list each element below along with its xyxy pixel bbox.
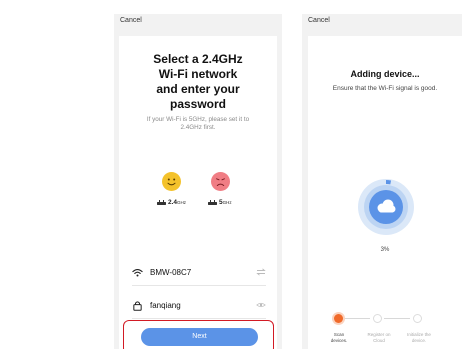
progress-percent: 3%	[380, 247, 390, 253]
step-connector	[344, 318, 370, 319]
ssid-field[interactable]: BMW-08C7	[132, 265, 266, 279]
page-title: Adding device...	[350, 69, 420, 79]
page-subtitle: Ensure that the Wi-Fi signal is good.	[332, 85, 438, 92]
page-title: Select a 2.4GHz Wi-Fi network and enter …	[119, 52, 277, 112]
divider	[132, 285, 266, 286]
wifi-form-card: Select a 2.4GHz Wi-Fi network and enter …	[119, 36, 277, 349]
divider	[132, 318, 266, 319]
band-unit: GHz	[177, 200, 187, 205]
step-label-line: devices.	[330, 338, 348, 343]
band-unit: GHz	[222, 200, 232, 205]
password-value: fanqiang	[150, 300, 181, 310]
band-24ghz-label: 2.4 GHz	[157, 199, 186, 206]
wifi-icon	[132, 268, 143, 277]
ssid-value: BMW-08C7	[150, 267, 192, 277]
step-scan-dot	[334, 314, 343, 323]
sad-icon	[211, 172, 230, 191]
step-indicator	[334, 314, 424, 324]
title-line: password	[169, 97, 226, 111]
switch-icon[interactable]	[256, 268, 266, 276]
title-line: Select a 2.4GHz	[153, 52, 243, 66]
progress-ring	[358, 179, 414, 235]
cancel-button[interactable]: Cancel	[308, 17, 330, 24]
progress-card: Adding device... Ensure that the Wi-Fi s…	[308, 36, 462, 349]
band-value: 2.4	[168, 199, 178, 206]
hint-line: If your Wi-Fi is 5GHz, please set it to	[146, 116, 250, 123]
password-field[interactable]: fanqiang	[132, 298, 266, 312]
adding-device-screen: Cancel Adding device... Ensure that the …	[302, 14, 462, 349]
next-button[interactable]: Next	[141, 328, 258, 346]
step-connector	[384, 318, 410, 319]
cancel-button[interactable]: Cancel	[120, 17, 142, 24]
step-label-line: Cloud	[373, 338, 385, 343]
step-register-label: Register on Cloud	[362, 332, 396, 344]
router-icon	[157, 200, 166, 205]
step-label-line: device.	[411, 338, 427, 343]
eye-icon[interactable]	[256, 301, 266, 309]
hint-line: 2.4GHz first.	[180, 124, 216, 131]
title-line: Wi-Fi network	[158, 67, 238, 81]
step-initialize-label: Initialize the device.	[402, 332, 436, 344]
step-scan-label: Scan devices.	[322, 332, 356, 344]
lock-icon	[133, 300, 142, 311]
title-line: and enter your	[156, 82, 240, 96]
smile-icon	[162, 172, 181, 191]
step-register-dot	[373, 314, 382, 323]
band-hint: If your Wi-Fi is 5GHz, please set it to …	[131, 116, 265, 132]
step-initialize-dot	[413, 314, 422, 323]
router-icon	[208, 200, 217, 205]
band-5ghz-label: 5 GHz	[208, 199, 232, 206]
wifi-setup-screen: Cancel Select a 2.4GHz Wi-Fi network and…	[114, 14, 282, 349]
